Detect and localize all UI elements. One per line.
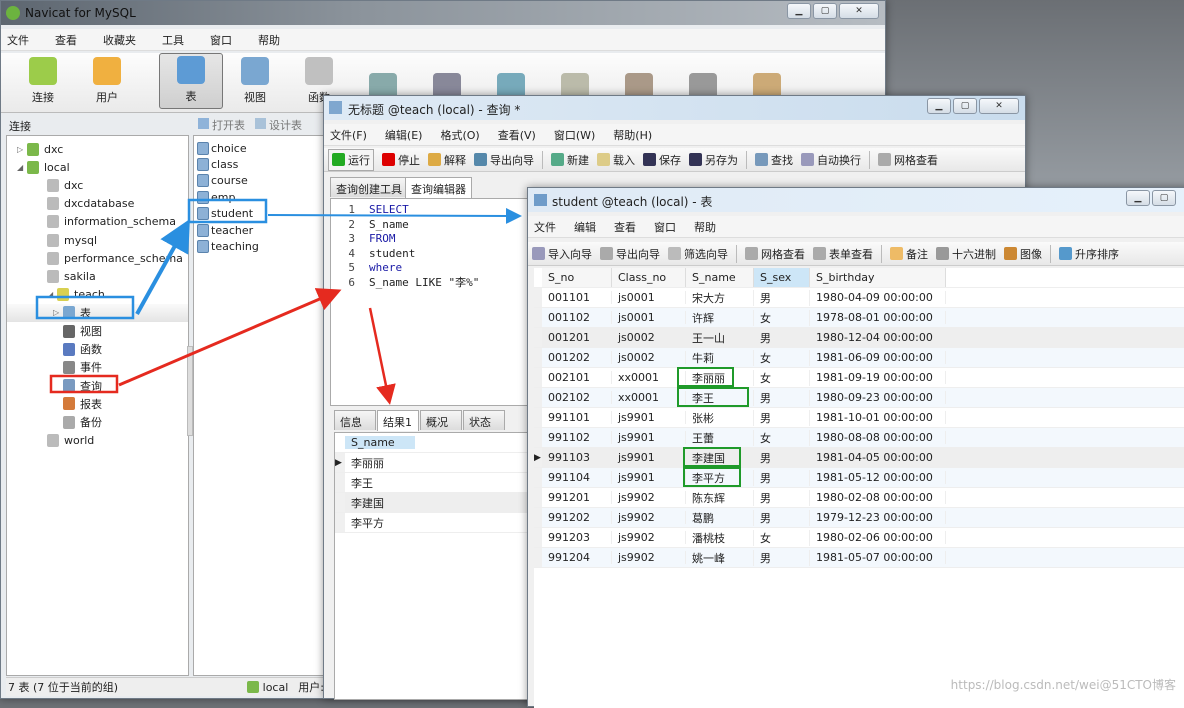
green-highlight-box — [677, 367, 734, 387]
green-highlight-box — [683, 467, 741, 487]
blue-highlight-tables — [35, 295, 135, 320]
blue-arrow-to-student — [135, 219, 190, 315]
blue-arrow-to-table-window — [267, 207, 522, 224]
red-arrow-to-result — [368, 307, 396, 405]
green-highlight-box — [677, 387, 749, 407]
red-arrow-to-editor — [118, 288, 342, 387]
red-highlight-query — [49, 374, 119, 394]
green-highlight-box — [683, 447, 741, 467]
annotation-overlay — [35, 198, 749, 487]
blue-highlight-student — [187, 198, 268, 224]
